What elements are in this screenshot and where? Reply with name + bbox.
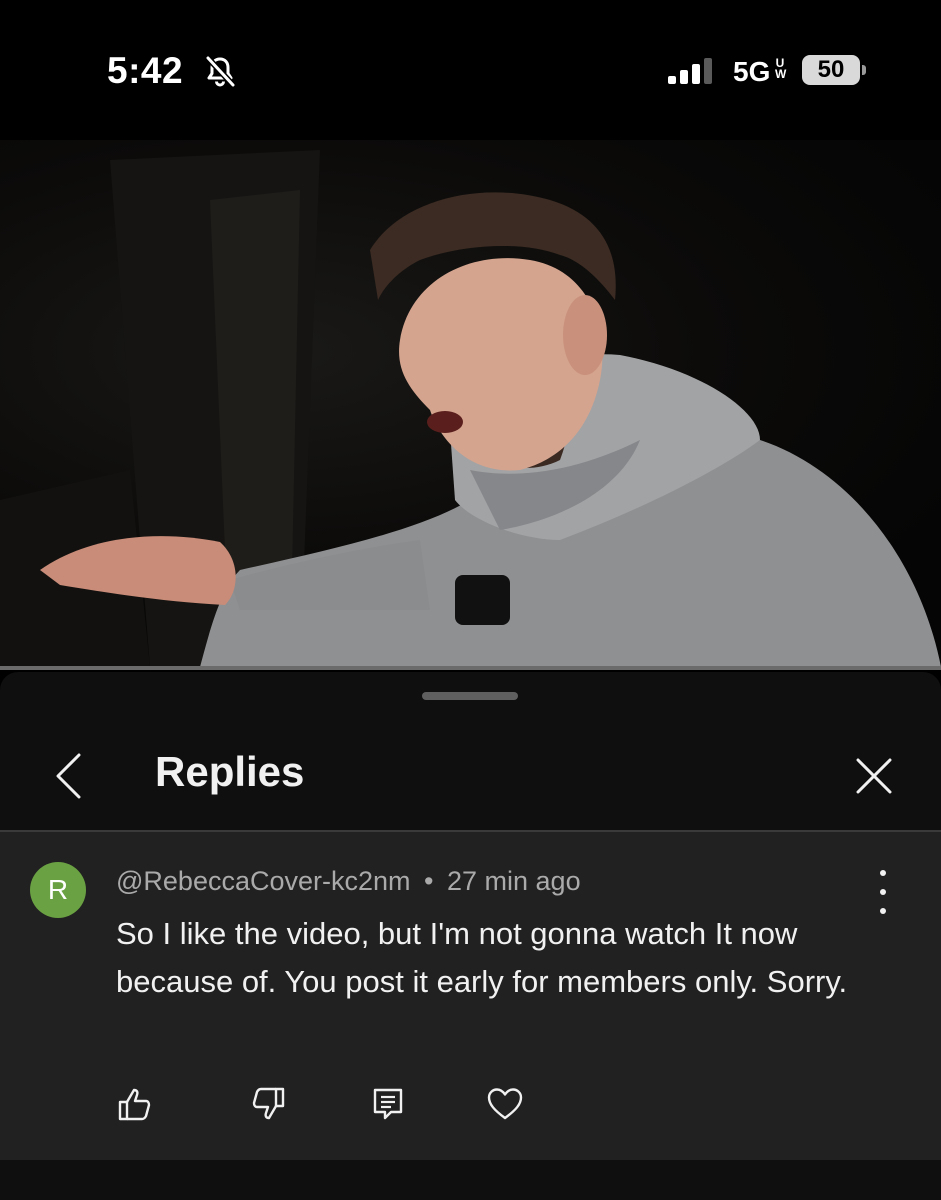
video-progress-bar[interactable] [0,666,941,670]
sheet-title: Replies [155,748,305,795]
comment-item: R @RebeccaCover-kc2nm • 27 min ago So I … [0,832,941,1160]
status-bar: 5:42 5G UW 50 [0,0,941,140]
network-label: 5G [733,56,771,87]
bell-muted-icon [205,55,236,88]
video-player[interactable] [0,140,941,667]
comment-text: So I like the video, but I'm not gonna w… [116,916,848,999]
chevron-left-icon [56,753,81,799]
video-frame-illustration [0,150,941,667]
more-options-button[interactable] [866,870,900,914]
more-dot [880,870,886,876]
battery-nub [862,65,866,75]
close-button[interactable] [850,752,898,800]
reply-icon [373,1088,403,1120]
drag-handle[interactable] [422,692,518,700]
status-time: 5:42 [107,50,184,91]
meta-separator: • [424,866,434,896]
comment-time: 27 min ago [447,866,581,896]
thumbs-up-icon [118,1088,151,1121]
comment-author[interactable]: @RebeccaCover-kc2nm [116,866,411,896]
back-button[interactable] [44,750,92,802]
close-icon [856,758,892,794]
avatar-letter: R [47,874,69,905]
replies-sheet: Replies R @RebeccaCover-kc2nm • 27 min a… [0,672,941,1200]
network-sup-label: UW [775,56,787,81]
heart-icon [487,1088,523,1120]
more-dot [880,908,886,914]
dislike-button[interactable] [248,1084,288,1124]
signal-icon [668,58,712,84]
avatar[interactable]: R [30,862,86,918]
like-button[interactable] [115,1084,155,1124]
battery-level: 50 [817,56,845,83]
reply-button[interactable] [368,1084,408,1124]
comment-meta: @RebeccaCover-kc2nm • 27 min ago [116,866,581,897]
more-dot [880,889,886,895]
heart-button[interactable] [485,1084,525,1124]
battery-indicator: 50 [802,55,860,85]
bottom-strip [0,1160,941,1200]
thumbs-down-icon [252,1087,285,1120]
